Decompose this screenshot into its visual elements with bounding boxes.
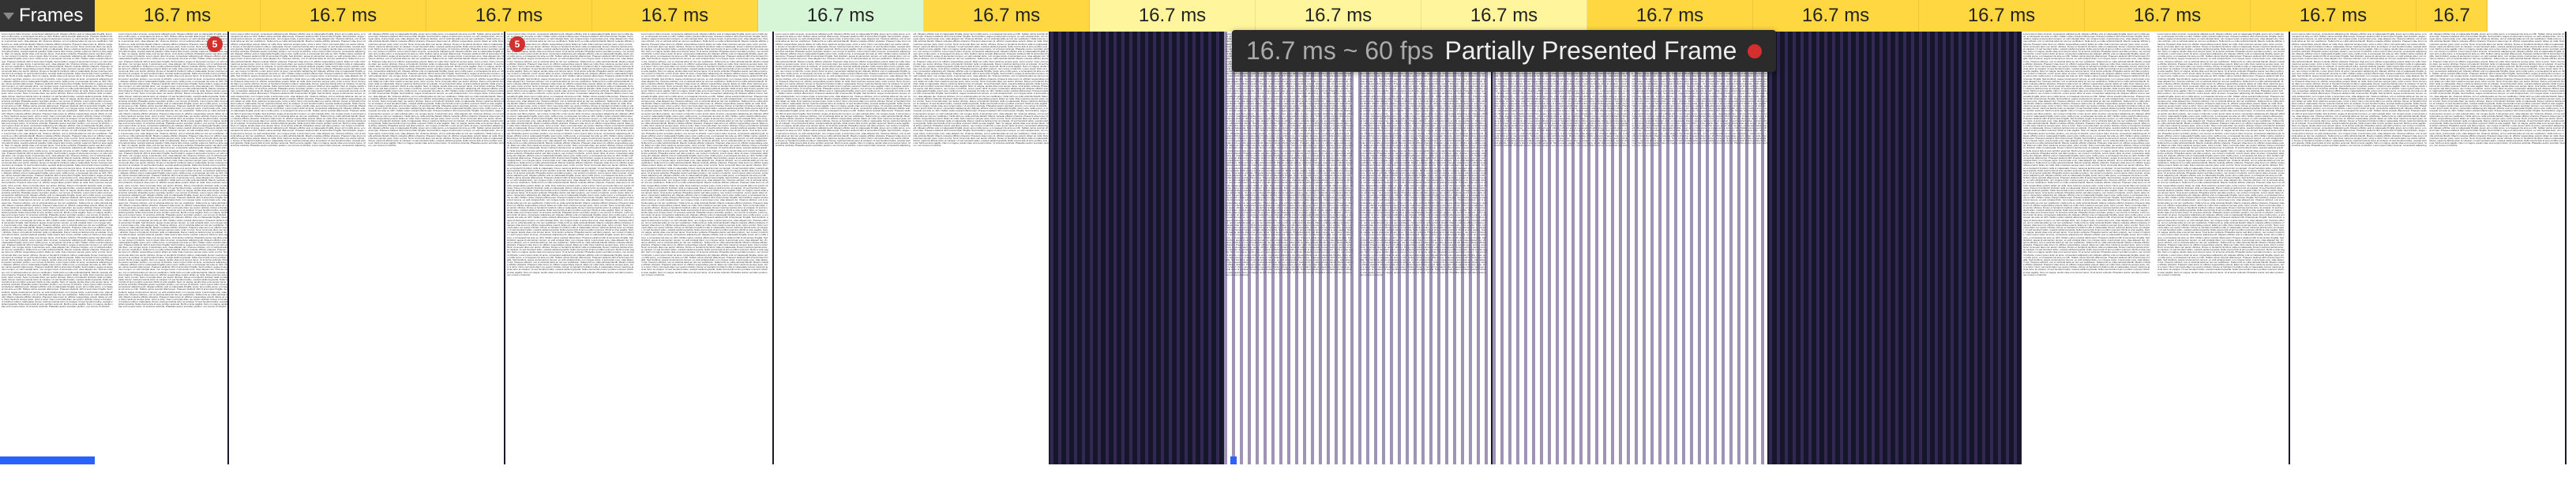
timeline-scrub-segment[interactable] (0, 456, 95, 464)
screenshot-thumbnail-7[interactable] (1769, 32, 2022, 464)
frame-cell-14[interactable]: 16.7 (2416, 0, 2488, 32)
frame-cell-label: 16.7 ms (144, 5, 211, 27)
frame-cell-11[interactable]: 16.7 ms (1919, 0, 2085, 32)
frame-cell-10[interactable]: 16.7 ms (1753, 0, 1919, 32)
frame-cell-label: 16.7 ms (1802, 5, 1869, 27)
dropped-frame-overlay-icon (1769, 32, 2020, 464)
frame-cell-label: 16.7 ms (1470, 5, 1538, 27)
frame-cell-label: 16.7 ms (641, 5, 708, 27)
frame-cell-label: 16.7 ms (475, 5, 543, 27)
frame-cell-8[interactable]: 16.7 ms (1421, 0, 1587, 32)
frames-track-label[interactable]: Frames (0, 0, 95, 32)
screenshot-thumbnail-6[interactable]: Lorem ipsum dolor sit amet, consectetur … (1493, 32, 1769, 464)
thumbnail-page: Lorem ipsum dolor sit amet, consectetur … (505, 32, 636, 464)
frame-cell-label: 16.7 ms (310, 5, 377, 27)
thumbnail-page: Lorem ipsum dolor sit amet, consectetur … (2156, 32, 2286, 464)
screenshot-thumbnail-0[interactable]: Lorem ipsum dolor sit amet, consectetur … (0, 32, 229, 464)
tooltip-status: Partially Presented Frame (1444, 36, 1737, 66)
filmstrip[interactable]: Lorem ipsum dolor sit amet, consectetur … (0, 32, 2576, 464)
screenshot-thumbnail-4[interactable] (1050, 32, 1224, 464)
frame-cell-label: 16.7 ms (1968, 5, 2035, 27)
frame-cell-12[interactable]: 16.7 ms (2085, 0, 2251, 32)
tooltip-timing: 16.7 ms ~ 60 fps (1246, 36, 1433, 66)
thumbnail-page: Lorem ipsum dolor sit amet, consectetur … (117, 32, 229, 464)
screenshot-thumbnail-5[interactable]: Lorem ipsum dolor sit amet, consectetur … (1224, 32, 1493, 464)
partial-frame-icon (1748, 44, 1762, 58)
frames-header: Frames 16.7 ms16.7 ms16.7 ms16.7 ms16.7 … (0, 0, 2576, 32)
frame-cell-13[interactable]: 16.7 ms (2251, 0, 2416, 32)
frame-marker-icon[interactable]: 5 (509, 36, 525, 52)
frame-cell-label: 16.7 ms (807, 5, 874, 27)
frames-label-text: Frames (19, 5, 83, 27)
frame-cell-3[interactable]: 16.7 ms (592, 0, 758, 32)
thumbnail-page: Lorem ipsum dolor sit amet, consectetur … (640, 32, 770, 464)
timeline-scrub-segment[interactable] (1230, 456, 1237, 464)
thumbnail-page: Lorem ipsum dolor sit amet, consectetur … (0, 32, 115, 464)
frame-tooltip: 16.7 ms ~ 60 fps Partially Presented Fra… (1232, 30, 1776, 72)
frame-cell-2[interactable]: 16.7 ms (426, 0, 592, 32)
frame-cells-container: 16.7 ms 16.7 ms 16.7 ms 16.7 ms 16.7 ms 16.7 … (95, 0, 2576, 32)
frame-cell-9[interactable]: 16.7 ms (1587, 0, 1753, 32)
frame-cell-0[interactable]: 16.7 ms (95, 0, 261, 32)
frame-cell-label: 16.7 (2433, 5, 2470, 27)
collapse-triangle-icon[interactable] (3, 13, 14, 20)
thumbnail-page: Lorem ipsum dolor sit amet, consectetur … (2290, 32, 2567, 464)
screenshot-thumbnail-3[interactable]: Lorem ipsum dolor sit amet, consectetur … (774, 32, 1050, 464)
thumbnail-page: Lorem ipsum dolor sit amet, consectetur … (1358, 32, 1489, 464)
thumbnail-page: Lorem ipsum dolor sit amet, consectetur … (1224, 32, 1354, 464)
thumbnail-page: Lorem ipsum dolor sit amet, consectetur … (2022, 32, 2152, 464)
frame-cell-6[interactable]: 16.7 ms (1090, 0, 1256, 32)
thumbnail-page: Lorem ipsum dolor sit amet, consectetur … (1493, 32, 1769, 464)
frame-cell-4[interactable]: 16.7 ms (758, 0, 924, 32)
frame-cell-5[interactable]: 16.7 ms (924, 0, 1090, 32)
thumbnail-page: Lorem ipsum dolor sit amet, consectetur … (229, 32, 505, 464)
frame-marker-icon[interactable]: 5 (207, 36, 223, 52)
frame-cell-1[interactable]: 16.7 ms (261, 0, 426, 32)
thumbnail-page: Lorem ipsum dolor sit amet, consectetur … (774, 32, 1050, 464)
dropped-frame-overlay-icon (1050, 32, 1222, 464)
frame-cell-label: 16.7 ms (1636, 5, 1703, 27)
screenshot-thumbnail-8[interactable]: Lorem ipsum dolor sit amet, consectetur … (2022, 32, 2290, 464)
screenshot-thumbnail-1[interactable]: Lorem ipsum dolor sit amet, consectetur … (229, 32, 505, 464)
frame-cell-label: 16.7 ms (2300, 5, 2367, 27)
frame-cell-label: 16.7 ms (1305, 5, 1372, 27)
frame-cell-label: 16.7 ms (973, 5, 1040, 27)
frame-cell-7[interactable]: 16.7 ms (1256, 0, 1421, 32)
frame-cell-label: 16.7 ms (1139, 5, 1206, 27)
screenshot-thumbnail-9[interactable]: Lorem ipsum dolor sit amet, consectetur … (2290, 32, 2567, 464)
screenshot-thumbnail-2[interactable]: Lorem ipsum dolor sit amet, consectetur … (505, 32, 774, 464)
frame-cell-label: 16.7 ms (2134, 5, 2201, 27)
